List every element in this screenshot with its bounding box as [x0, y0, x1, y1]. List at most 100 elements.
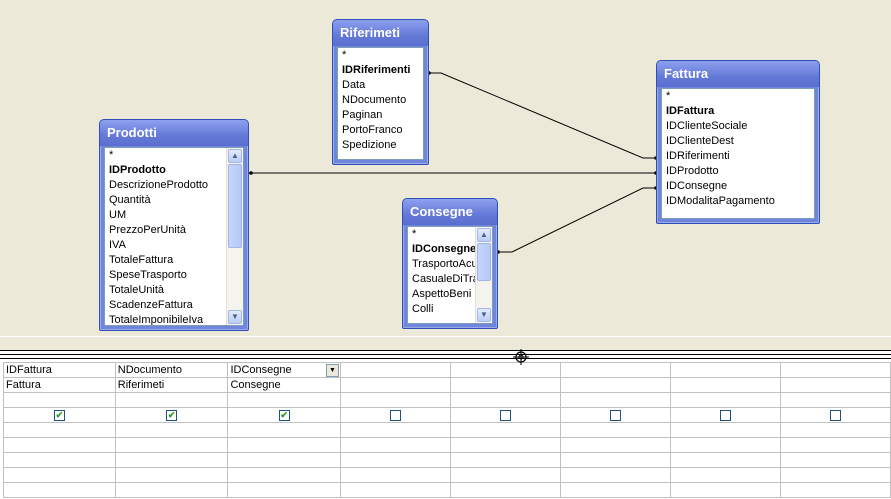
- scroll-up-icon[interactable]: ▲: [477, 228, 491, 242]
- or-cell[interactable]: [114, 482, 229, 498]
- field-item[interactable]: IDClienteDest: [662, 134, 814, 149]
- table-cell[interactable]: [449, 377, 561, 393]
- field-item[interactable]: TotaleImponibileIva: [105, 313, 226, 325]
- or-cell[interactable]: [779, 437, 891, 453]
- field-item[interactable]: Paginan: [338, 108, 423, 123]
- or-cell[interactable]: [339, 437, 451, 453]
- pane-splitter[interactable]: [0, 336, 891, 351]
- sort-cell[interactable]: [669, 392, 781, 408]
- field-cell[interactable]: [779, 362, 891, 378]
- scrollbar-thumb[interactable]: [228, 164, 242, 248]
- or-cell[interactable]: [449, 467, 561, 483]
- or-cell[interactable]: [669, 437, 781, 453]
- or-cell[interactable]: [669, 467, 781, 483]
- field-cell[interactable]: [559, 362, 671, 378]
- table-title[interactable]: Prodotti: [100, 120, 248, 146]
- field-item[interactable]: Spedizione: [338, 138, 423, 153]
- show-checkbox[interactable]: [609, 409, 621, 421]
- field-item[interactable]: ScadenzeFattura: [105, 298, 226, 313]
- design-grid-table[interactable]: IDFattura NDocumento IDConsegne ▼ Fattura…: [3, 362, 891, 498]
- or-cell[interactable]: [227, 437, 341, 453]
- field-cell[interactable]: NDocumento: [114, 362, 229, 378]
- table-cell[interactable]: Fattura: [3, 377, 116, 393]
- field-item[interactable]: PrezzoPerUnità: [105, 223, 226, 238]
- sort-cell[interactable]: [779, 392, 891, 408]
- scroll-down-icon[interactable]: ▼: [228, 310, 242, 324]
- or-cell[interactable]: [3, 452, 116, 468]
- field-item[interactable]: IDRiferimenti: [338, 63, 423, 78]
- field-item[interactable]: IDConsegne: [408, 242, 475, 257]
- criteria-cell[interactable]: [449, 422, 561, 438]
- show-checkbox[interactable]: [499, 409, 511, 421]
- field-item[interactable]: IDRiferimenti: [662, 149, 814, 164]
- field-item[interactable]: TrasportoAcurra: [408, 257, 475, 272]
- scroll-down-icon[interactable]: ▼: [477, 308, 491, 322]
- field-item[interactable]: IDClienteSociale: [662, 119, 814, 134]
- criteria-cell[interactable]: [114, 422, 229, 438]
- table-title[interactable]: Fattura: [657, 61, 819, 87]
- or-cell[interactable]: [559, 452, 671, 468]
- or-cell[interactable]: [114, 452, 229, 468]
- or-cell[interactable]: [449, 482, 561, 498]
- scrollbar-thumb[interactable]: [477, 243, 491, 281]
- field-item[interactable]: NDocumento: [338, 93, 423, 108]
- field-item[interactable]: Colli: [408, 302, 475, 317]
- field-item[interactable]: *: [105, 148, 226, 163]
- field-cell-selected[interactable]: IDConsegne ▼: [227, 362, 341, 378]
- field-item[interactable]: IDFattura: [662, 104, 814, 119]
- field-item[interactable]: DescrizioneProdotto: [105, 178, 226, 193]
- field-cell[interactable]: IDFattura: [3, 362, 116, 378]
- or-cell[interactable]: [227, 452, 341, 468]
- field-item[interactable]: *: [662, 89, 814, 104]
- field-cell[interactable]: [669, 362, 781, 378]
- field-item[interactable]: CasualeDiTrasporto: [408, 272, 475, 287]
- scroll-up-icon[interactable]: ▲: [228, 149, 242, 163]
- show-checkbox[interactable]: [719, 409, 731, 421]
- or-cell[interactable]: [449, 437, 561, 453]
- vertical-scrollbar[interactable]: ▲ ▼: [226, 148, 243, 325]
- criteria-cell[interactable]: [339, 422, 451, 438]
- table-title[interactable]: Riferimeti: [333, 20, 428, 46]
- field-item[interactable]: *: [408, 227, 475, 242]
- sort-cell[interactable]: [559, 392, 671, 408]
- field-item[interactable]: AspettoBeni: [408, 287, 475, 302]
- sort-cell[interactable]: [339, 392, 451, 408]
- show-checkbox[interactable]: [829, 409, 841, 421]
- field-item[interactable]: IDProdotto: [662, 164, 814, 179]
- table-prodotti[interactable]: Prodotti * IDProdotto DescrizioneProdott…: [99, 119, 249, 331]
- sort-cell[interactable]: [227, 392, 341, 408]
- or-cell[interactable]: [779, 452, 891, 468]
- or-cell[interactable]: [449, 452, 561, 468]
- table-cell[interactable]: [339, 377, 451, 393]
- criteria-cell[interactable]: [669, 422, 781, 438]
- field-list[interactable]: * IDFattura IDClienteSociale IDClienteDe…: [661, 88, 815, 219]
- field-item[interactable]: UM: [105, 208, 226, 223]
- dropdown-arrow-icon[interactable]: ▼: [325, 364, 339, 377]
- field-item[interactable]: Quantità: [105, 193, 226, 208]
- table-design-pane[interactable]: Riferimeti * IDRiferimenti Data NDocumen…: [0, 0, 891, 336]
- or-cell[interactable]: [559, 482, 671, 498]
- show-checkbox[interactable]: ✔: [166, 409, 178, 421]
- or-cell[interactable]: [339, 467, 451, 483]
- sort-cell[interactable]: [449, 392, 561, 408]
- field-item[interactable]: *: [338, 48, 423, 63]
- criteria-cell[interactable]: [3, 422, 116, 438]
- criteria-cell[interactable]: [227, 422, 341, 438]
- or-cell[interactable]: [339, 482, 451, 498]
- table-fattura[interactable]: Fattura * IDFattura IDClienteSociale IDC…: [656, 60, 820, 224]
- criteria-cell[interactable]: [559, 422, 671, 438]
- table-cell[interactable]: [779, 377, 891, 393]
- query-design-grid[interactable]: IDFattura NDocumento IDConsegne ▼ Fattura…: [0, 350, 891, 499]
- show-checkbox[interactable]: ✔: [278, 409, 290, 421]
- table-cell[interactable]: Consegne: [227, 377, 341, 393]
- or-cell[interactable]: [3, 482, 116, 498]
- or-cell[interactable]: [339, 452, 451, 468]
- field-item[interactable]: IVA: [105, 238, 226, 253]
- table-cell[interactable]: Riferimeti: [114, 377, 229, 393]
- field-cell[interactable]: [449, 362, 561, 378]
- or-cell[interactable]: [114, 467, 229, 483]
- show-checkbox[interactable]: [389, 409, 401, 421]
- criteria-cell[interactable]: [779, 422, 891, 438]
- table-cell[interactable]: [669, 377, 781, 393]
- field-item[interactable]: TotaleUnità: [105, 283, 226, 298]
